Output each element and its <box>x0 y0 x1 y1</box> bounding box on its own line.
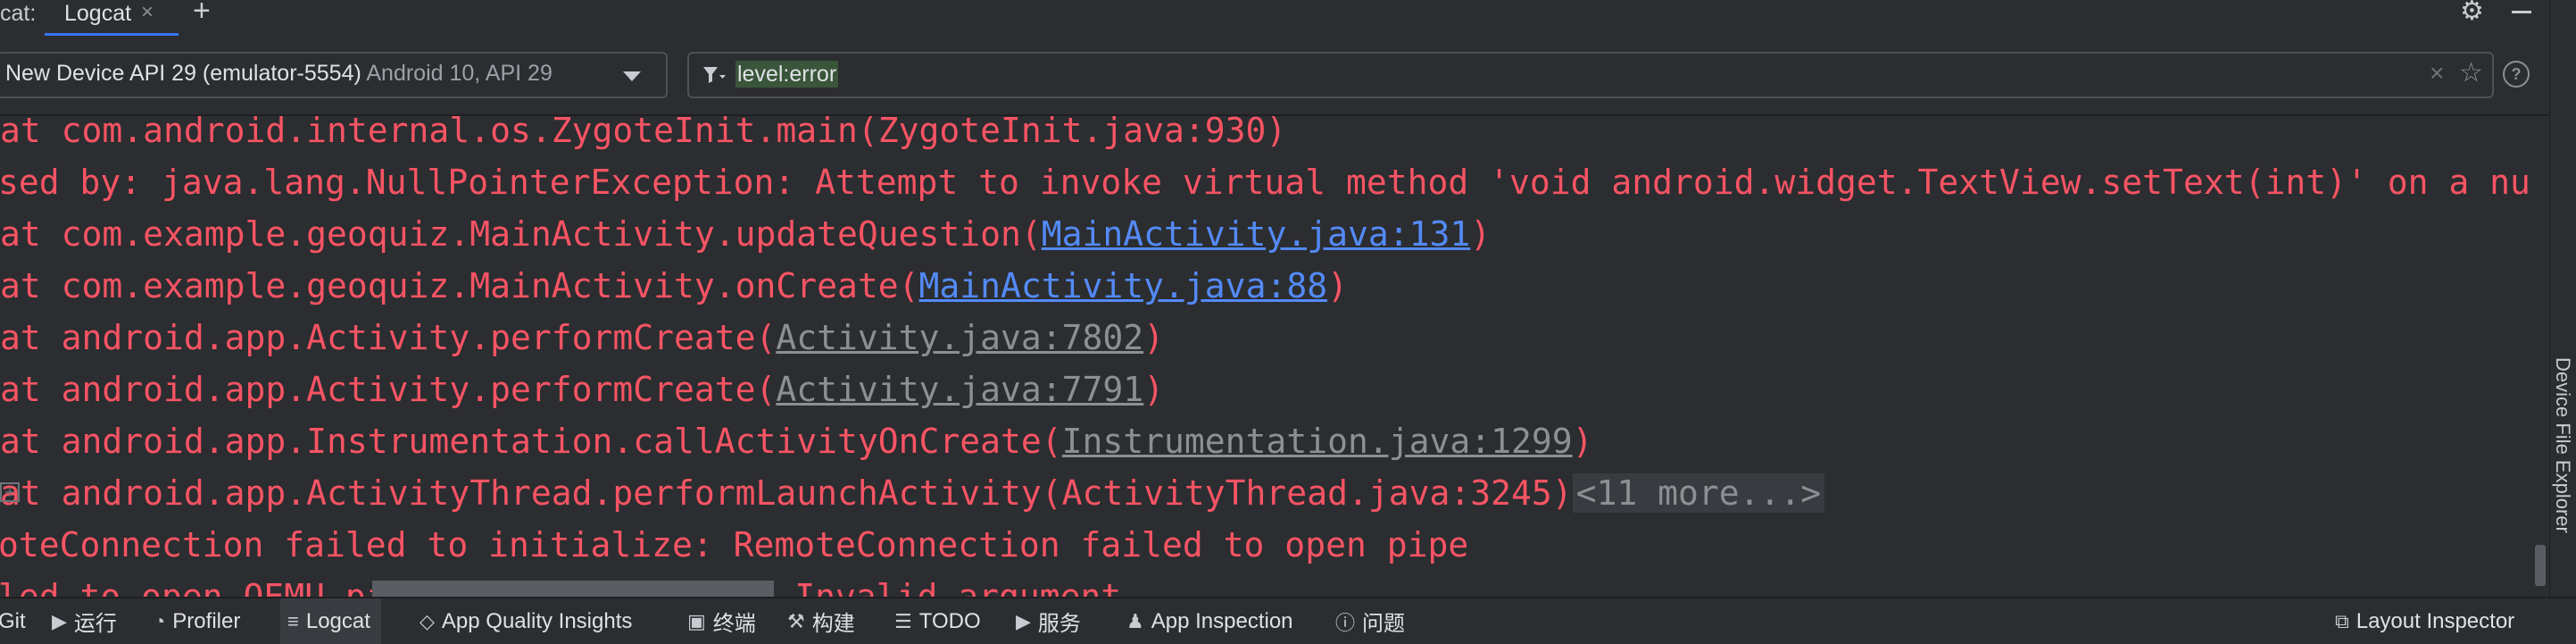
tool-run-label: 运行 <box>73 612 117 636</box>
log-line-text: at android.app.Instrumentation.callActiv… <box>0 422 1062 461</box>
tool-window-bar: Git ▶ 运行 ◔ Profiler ≡ Logcat ◇ App Quality I… <box>0 597 2576 644</box>
tool-profiler-label: Profiler <box>172 608 241 633</box>
services-icon: ▶ <box>1016 609 1031 632</box>
log-line-text: at android.app.Activity.performCreate( <box>0 318 777 357</box>
app-quality-insights-icon: ◇ <box>420 609 435 632</box>
tool-terminal-label: 终端 <box>712 612 756 636</box>
tool-build-label: 构建 <box>811 612 855 636</box>
tool-app-quality-insights-label: App Quality Insights <box>441 608 633 633</box>
run-icon: ▶ <box>52 609 67 632</box>
log-line: at android.app.ActivityThread.performLau… <box>0 468 1825 518</box>
terminal-icon: ▣ <box>687 609 706 632</box>
tab-logcat-label: Logcat <box>64 1 132 26</box>
tool-todo[interactable]: ☰ TODO <box>894 598 981 644</box>
expand-icon[interactable]: + <box>0 482 20 502</box>
tool-git-label: Git <box>0 608 26 633</box>
source-link[interactable]: Activity.java:7802 <box>776 318 1143 357</box>
log-line-text: at com.example.geoquiz.MainActivity.onCr… <box>0 266 919 305</box>
source-link[interactable]: Activity.java:7791 <box>776 370 1143 409</box>
filter-query-text[interactable]: level:error <box>735 61 839 88</box>
profiler-icon: ◔ <box>154 609 166 632</box>
device-selector-label: New Device API 29 (emulator-5554) Androi… <box>5 61 553 87</box>
device-file-explorer-label: Device File Explorer <box>2552 357 2574 533</box>
tool-app-inspection-label: App Inspection <box>1151 608 1293 633</box>
logcat-icon: ≡ <box>287 609 299 632</box>
log-line: at android.app.Activity.performCreate(Ac… <box>0 370 1165 409</box>
source-link[interactable]: MainActivity.java:88 <box>919 266 1328 305</box>
tool-window-tabbar: cat: Logcat × + ⚙ <box>0 0 2576 36</box>
help-icon[interactable]: ? <box>2503 61 2530 88</box>
log-line-text: at com.example.geoquiz.MainActivity.upda… <box>0 214 1042 254</box>
filter-input[interactable]: level:error × ☆ <box>687 52 2494 98</box>
log-line: at android.app.Instrumentation.callActiv… <box>0 422 1593 461</box>
tool-logcat[interactable]: ≡ Logcat <box>280 598 381 644</box>
tool-layout-inspector-label: Layout Inspector <box>2356 608 2515 633</box>
log-line: at com.example.geoquiz.MainActivity.upda… <box>0 214 1492 254</box>
vertical-scrollbar[interactable] <box>2535 545 2546 586</box>
tab-prefix-label: cat: <box>0 1 37 26</box>
logcat-toolbar: New Device API 29 (emulator-5554) Androi… <box>0 36 2576 116</box>
todo-icon: ☰ <box>894 609 912 632</box>
problems-icon: ⓘ <box>1335 611 1356 634</box>
log-line: at android.app.Activity.performCreate(Ac… <box>0 318 1165 357</box>
tool-services-label: 服务 <box>1037 612 1081 636</box>
log-line: at com.example.geoquiz.MainActivity.onCr… <box>0 266 1348 305</box>
chevron-down-icon[interactable] <box>623 71 641 81</box>
clear-icon[interactable]: × <box>2430 59 2444 88</box>
tool-services[interactable]: ▶ 服务 <box>1016 598 1081 644</box>
tool-run[interactable]: ▶ 运行 <box>52 598 117 644</box>
filter-icon[interactable] <box>702 64 727 86</box>
app-inspection-icon: ♟ <box>1126 609 1144 632</box>
log-line: at com.android.internal.os.ZygoteInit.ma… <box>0 116 1286 155</box>
log-line-text: at android.app.Activity.performCreate( <box>0 370 777 409</box>
source-link[interactable]: Instrumentation.java:1299 <box>1062 422 1573 461</box>
tool-logcat-label: Logcat <box>305 608 370 633</box>
tool-profiler[interactable]: ◔ Profiler <box>154 598 240 644</box>
device-file-explorer-tab[interactable]: Device File Explorer <box>2551 357 2574 533</box>
star-icon[interactable]: ☆ <box>2459 57 2483 88</box>
log-line-text: at com.android.internal.os.ZygoteInit.ma… <box>0 116 1287 150</box>
log-line-text: at android.app.ActivityThread.performLau… <box>0 473 1573 513</box>
add-tab-icon[interactable]: + <box>193 0 211 26</box>
build-icon: ⚒ <box>787 609 805 632</box>
tool-problems-label: 问题 <box>1362 612 1406 636</box>
logcat-output[interactable]: at com.android.internal.os.ZygoteInit.ma… <box>0 116 2535 597</box>
device-api-level: Android 10, API 29 <box>366 61 553 86</box>
collapsed-frames-toggle[interactable]: <11 more...> <box>1572 473 1825 513</box>
tool-git[interactable]: Git <box>0 598 26 644</box>
log-line: sed by: java.lang.NullPointerException: … <box>0 157 2530 207</box>
device-name: New Device API 29 (emulator-5554) <box>5 61 361 86</box>
tab-close-icon[interactable]: × <box>141 0 154 25</box>
tool-todo-label: TODO <box>918 608 981 633</box>
tool-terminal[interactable]: ▣ 终端 <box>687 598 756 644</box>
device-selector[interactable]: New Device API 29 (emulator-5554) Androi… <box>0 52 668 98</box>
tool-build[interactable]: ⚒ 构建 <box>787 598 855 644</box>
gear-icon[interactable]: ⚙ <box>2460 0 2484 25</box>
tool-layout-inspector[interactable]: ⧉ Layout Inspector <box>2335 598 2514 644</box>
layout-inspector-icon: ⧉ <box>2335 609 2349 632</box>
log-line-text: sed by: java.lang.NullPointerException: … <box>0 163 2530 202</box>
log-line: oteConnection failed to initialize: Remo… <box>0 520 1468 570</box>
tool-app-quality-insights[interactable]: ◇ App Quality Insights <box>420 598 632 644</box>
tool-app-inspection[interactable]: ♟ App Inspection <box>1126 598 1293 644</box>
minimize-icon[interactable] <box>2512 11 2531 13</box>
tab-logcat[interactable]: Logcat <box>45 0 140 36</box>
source-link[interactable]: MainActivity.java:131 <box>1042 214 1470 254</box>
log-line-text: oteConnection failed to initialize: Remo… <box>0 525 1469 565</box>
tool-problems[interactable]: ⓘ 问题 <box>1335 598 1405 644</box>
